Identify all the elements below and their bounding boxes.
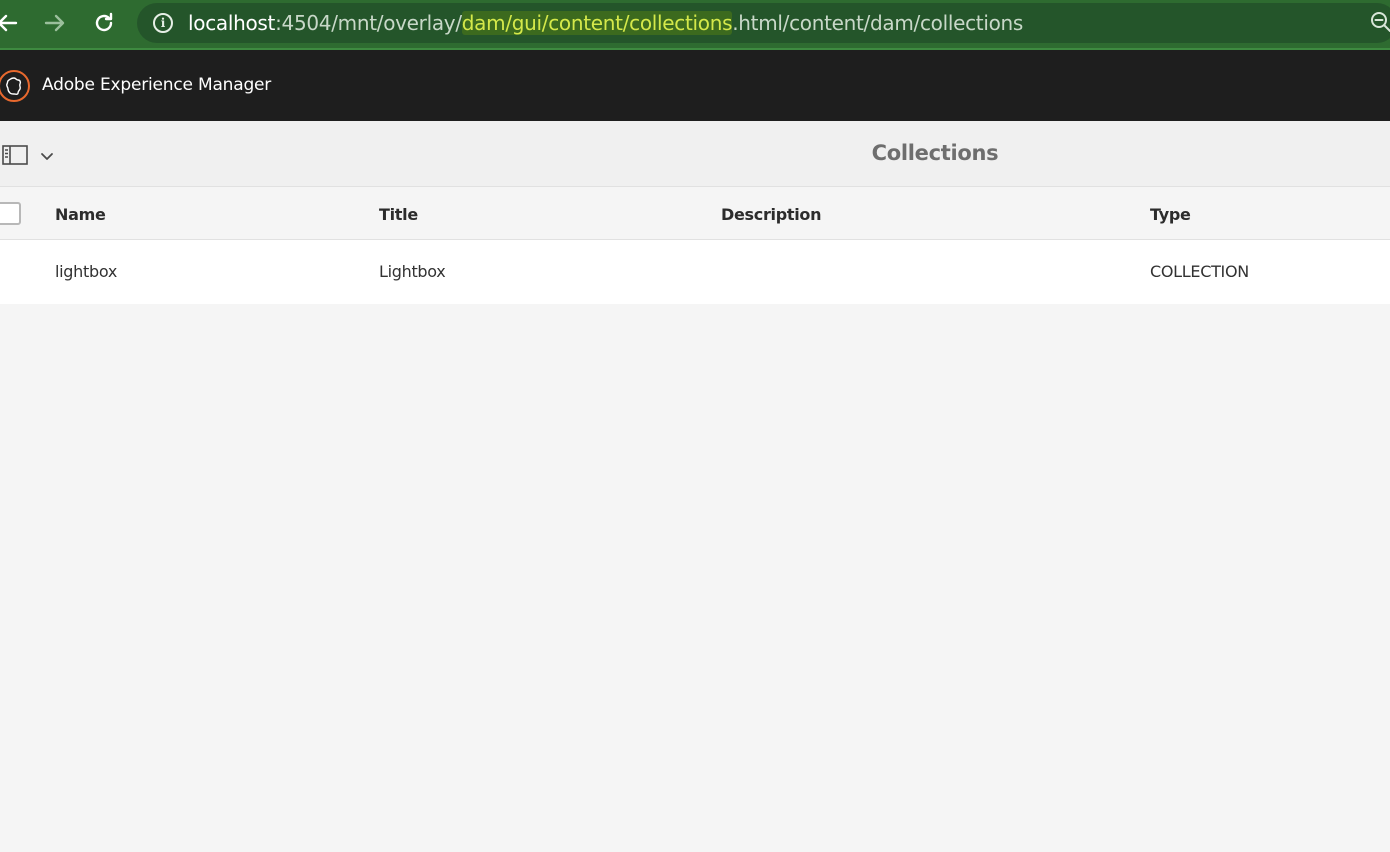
- table-header: Name Title Description Type: [0, 187, 1390, 240]
- cell-title: Lightbox: [379, 262, 446, 281]
- app-title[interactable]: Adobe Experience Manager: [42, 75, 271, 95]
- app-header: Adobe Experience Manager: [0, 50, 1390, 121]
- arrow-right-icon: [44, 14, 65, 32]
- forward-button[interactable]: [40, 8, 70, 38]
- browser-toolbar: i localhost:4504/mnt/overlay/dam/gui/con…: [0, 0, 1390, 50]
- column-header-title[interactable]: Title: [379, 205, 418, 224]
- cell-type: COLLECTION: [1150, 262, 1249, 281]
- url-text[interactable]: localhost:4504/mnt/overlay/dam/gui/conte…: [188, 11, 1023, 35]
- site-info-icon[interactable]: i: [153, 13, 173, 33]
- cell-name: lightbox: [55, 262, 117, 281]
- column-header-description[interactable]: Description: [721, 205, 821, 224]
- reload-icon: [95, 12, 113, 32]
- reload-button[interactable]: [89, 8, 119, 38]
- page-title: Collections: [871, 141, 999, 165]
- aem-logo-icon[interactable]: [0, 70, 30, 102]
- address-bar[interactable]: i localhost:4504/mnt/overlay/dam/gui/con…: [137, 3, 1390, 43]
- select-all-checkbox[interactable]: [0, 202, 21, 225]
- arrow-left-icon: [0, 14, 18, 32]
- column-header-name[interactable]: Name: [55, 205, 106, 224]
- url-highlight: dam/gui/content/collections: [461, 11, 733, 35]
- url-suffix: .html/content/dam/collections: [732, 11, 1024, 35]
- zoom-icon[interactable]: [1369, 10, 1390, 39]
- table-row[interactable]: lightbox Lightbox COLLECTION: [0, 240, 1390, 304]
- action-bar: Collections: [0, 121, 1390, 187]
- url-prefix: :4504/mnt/overlay/: [275, 11, 462, 35]
- column-header-type[interactable]: Type: [1150, 205, 1191, 224]
- back-button[interactable]: [0, 8, 22, 38]
- url-host: localhost: [188, 11, 276, 35]
